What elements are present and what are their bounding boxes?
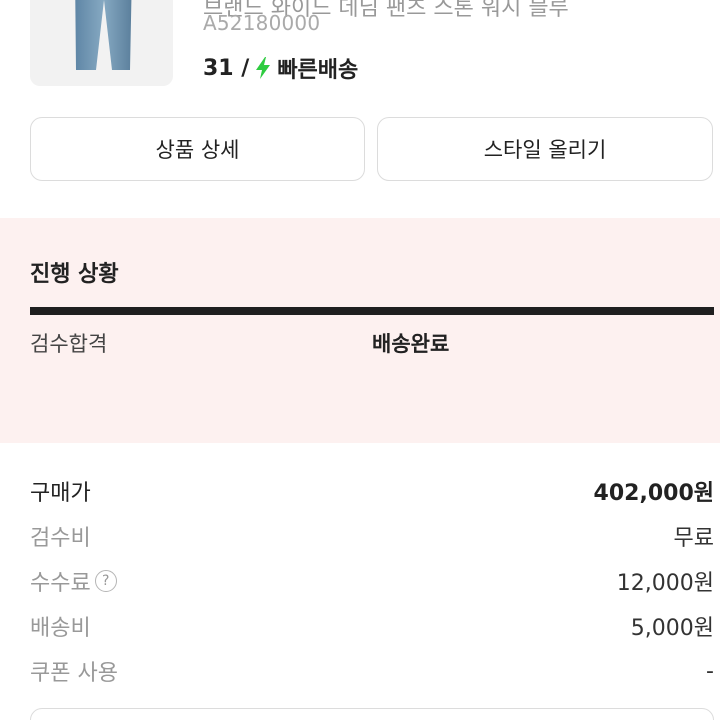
price-row-coupon: 쿠폰 사용 -	[30, 656, 714, 687]
product-size-shipping: 31 / 빠른배송	[203, 52, 358, 84]
price-label-with-help: 수수료 ?	[30, 565, 117, 597]
product-detail-button[interactable]: 상품 상세	[30, 117, 365, 181]
price-value: 무료	[673, 526, 714, 551]
price-label: 배송비	[30, 616, 91, 641]
status-progress-bar	[30, 307, 714, 315]
product-thumbnail[interactable]	[30, 0, 173, 86]
price-value: 5,000원	[630, 616, 714, 641]
price-label: 쿠폰 사용	[30, 661, 118, 686]
price-value: 12,000원	[616, 571, 714, 596]
price-row-purchase: 구매가 402,000원	[30, 476, 714, 506]
price-value: -	[706, 658, 714, 684]
status-title: 진행 상황	[30, 262, 119, 287]
status-step-inspection-passed: 검수합격	[30, 332, 108, 356]
price-row-shipping-fee: 배송비 5,000원	[30, 611, 714, 641]
product-size: 31 /	[203, 55, 250, 81]
price-value: 402,000원	[593, 481, 714, 506]
question-circle-icon[interactable]: ?	[94, 570, 117, 592]
price-label: 검수비	[30, 526, 91, 551]
status-step-delivered: 배송완료	[372, 332, 450, 356]
jeans-thumbnail-image	[75, 0, 132, 70]
progress-status-section: 진행 상황 검수합격 배송완료	[0, 218, 720, 443]
price-label: 구매가	[30, 481, 91, 506]
price-label: 수수료	[30, 571, 91, 596]
price-row-inspection-fee: 검수비 무료	[30, 521, 714, 551]
upload-style-button[interactable]: 스타일 올리기	[377, 117, 713, 181]
product-code: A52180000	[203, 11, 321, 35]
price-row-commission: 수수료 ? 12,000원	[30, 566, 714, 596]
lightning-bolt-icon	[256, 57, 271, 79]
fast-shipping-label: 빠른배송	[277, 58, 359, 83]
bottom-action-box[interactable]	[30, 708, 714, 720]
